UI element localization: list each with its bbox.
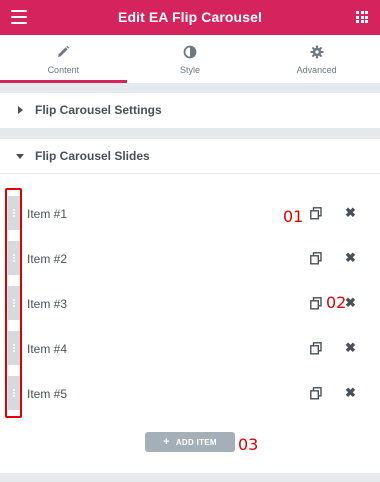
- repeater-item[interactable]: Item #4 ✖: [8, 331, 373, 367]
- plus-icon: +: [163, 436, 170, 448]
- duplicate-icon[interactable]: [310, 387, 322, 400]
- panel-header: Edit EA Flip Carousel: [0, 0, 380, 35]
- pencil-icon: [58, 45, 70, 57]
- repeater-item-title[interactable]: Item #1: [27, 207, 67, 221]
- duplicate-icon[interactable]: [310, 207, 322, 220]
- tab-style[interactable]: Style: [127, 35, 254, 83]
- remove-icon[interactable]: ✖: [345, 386, 356, 400]
- tab-style-label: Style: [180, 65, 201, 75]
- annotation-marker-01: 01: [283, 207, 304, 226]
- settings-section-header[interactable]: Flip Carousel Settings: [0, 93, 380, 128]
- remove-icon[interactable]: ✖: [345, 341, 356, 355]
- panel-title: Edit EA Flip Carousel: [118, 9, 262, 25]
- slides-section-header[interactable]: Flip Carousel Slides: [0, 139, 380, 174]
- repeater-item[interactable]: Item #2 ✖: [8, 241, 373, 277]
- annotation-marker-02: 02: [326, 293, 347, 312]
- tab-content[interactable]: Content: [0, 35, 127, 83]
- drag-handles-highlight: [5, 188, 22, 418]
- duplicate-icon[interactable]: [310, 297, 322, 310]
- remove-icon[interactable]: ✖: [345, 251, 356, 265]
- add-item-label: ADD ITEM: [175, 438, 217, 447]
- repeater-item-title[interactable]: Item #3: [27, 297, 67, 311]
- gear-icon: [310, 45, 324, 59]
- settings-section-title: Flip Carousel Settings: [35, 103, 162, 117]
- annotation-marker-03: 03: [238, 435, 259, 454]
- caret-down-icon: [16, 154, 24, 159]
- repeater-item-title[interactable]: Item #4: [27, 342, 67, 356]
- repeater-item[interactable]: Item #3 ✖: [8, 286, 373, 322]
- caret-right-icon: [18, 106, 23, 114]
- repeater-item[interactable]: Item #5 ✖: [8, 376, 373, 412]
- settings-section: Flip Carousel Settings: [0, 93, 380, 128]
- duplicate-icon[interactable]: [310, 252, 322, 265]
- slides-section-title: Flip Carousel Slides: [35, 149, 150, 163]
- tab-content-label: Content: [47, 65, 80, 75]
- remove-icon[interactable]: ✖: [345, 296, 356, 310]
- repeater-item-title[interactable]: Item #2: [27, 252, 67, 266]
- panel-tabs: Content Style Advanced: [0, 35, 380, 83]
- repeater-item-title[interactable]: Item #5: [27, 387, 67, 401]
- tab-advanced-label: Advanced: [296, 65, 337, 75]
- duplicate-icon[interactable]: [310, 342, 322, 355]
- repeater-item[interactable]: Item #1 ✖: [8, 196, 373, 232]
- tab-advanced[interactable]: Advanced: [253, 35, 380, 83]
- half-circle-icon: [183, 45, 197, 59]
- add-item-button[interactable]: + ADD ITEM: [145, 432, 235, 452]
- remove-icon[interactable]: ✖: [345, 206, 356, 220]
- apps-grid-icon[interactable]: [356, 11, 368, 23]
